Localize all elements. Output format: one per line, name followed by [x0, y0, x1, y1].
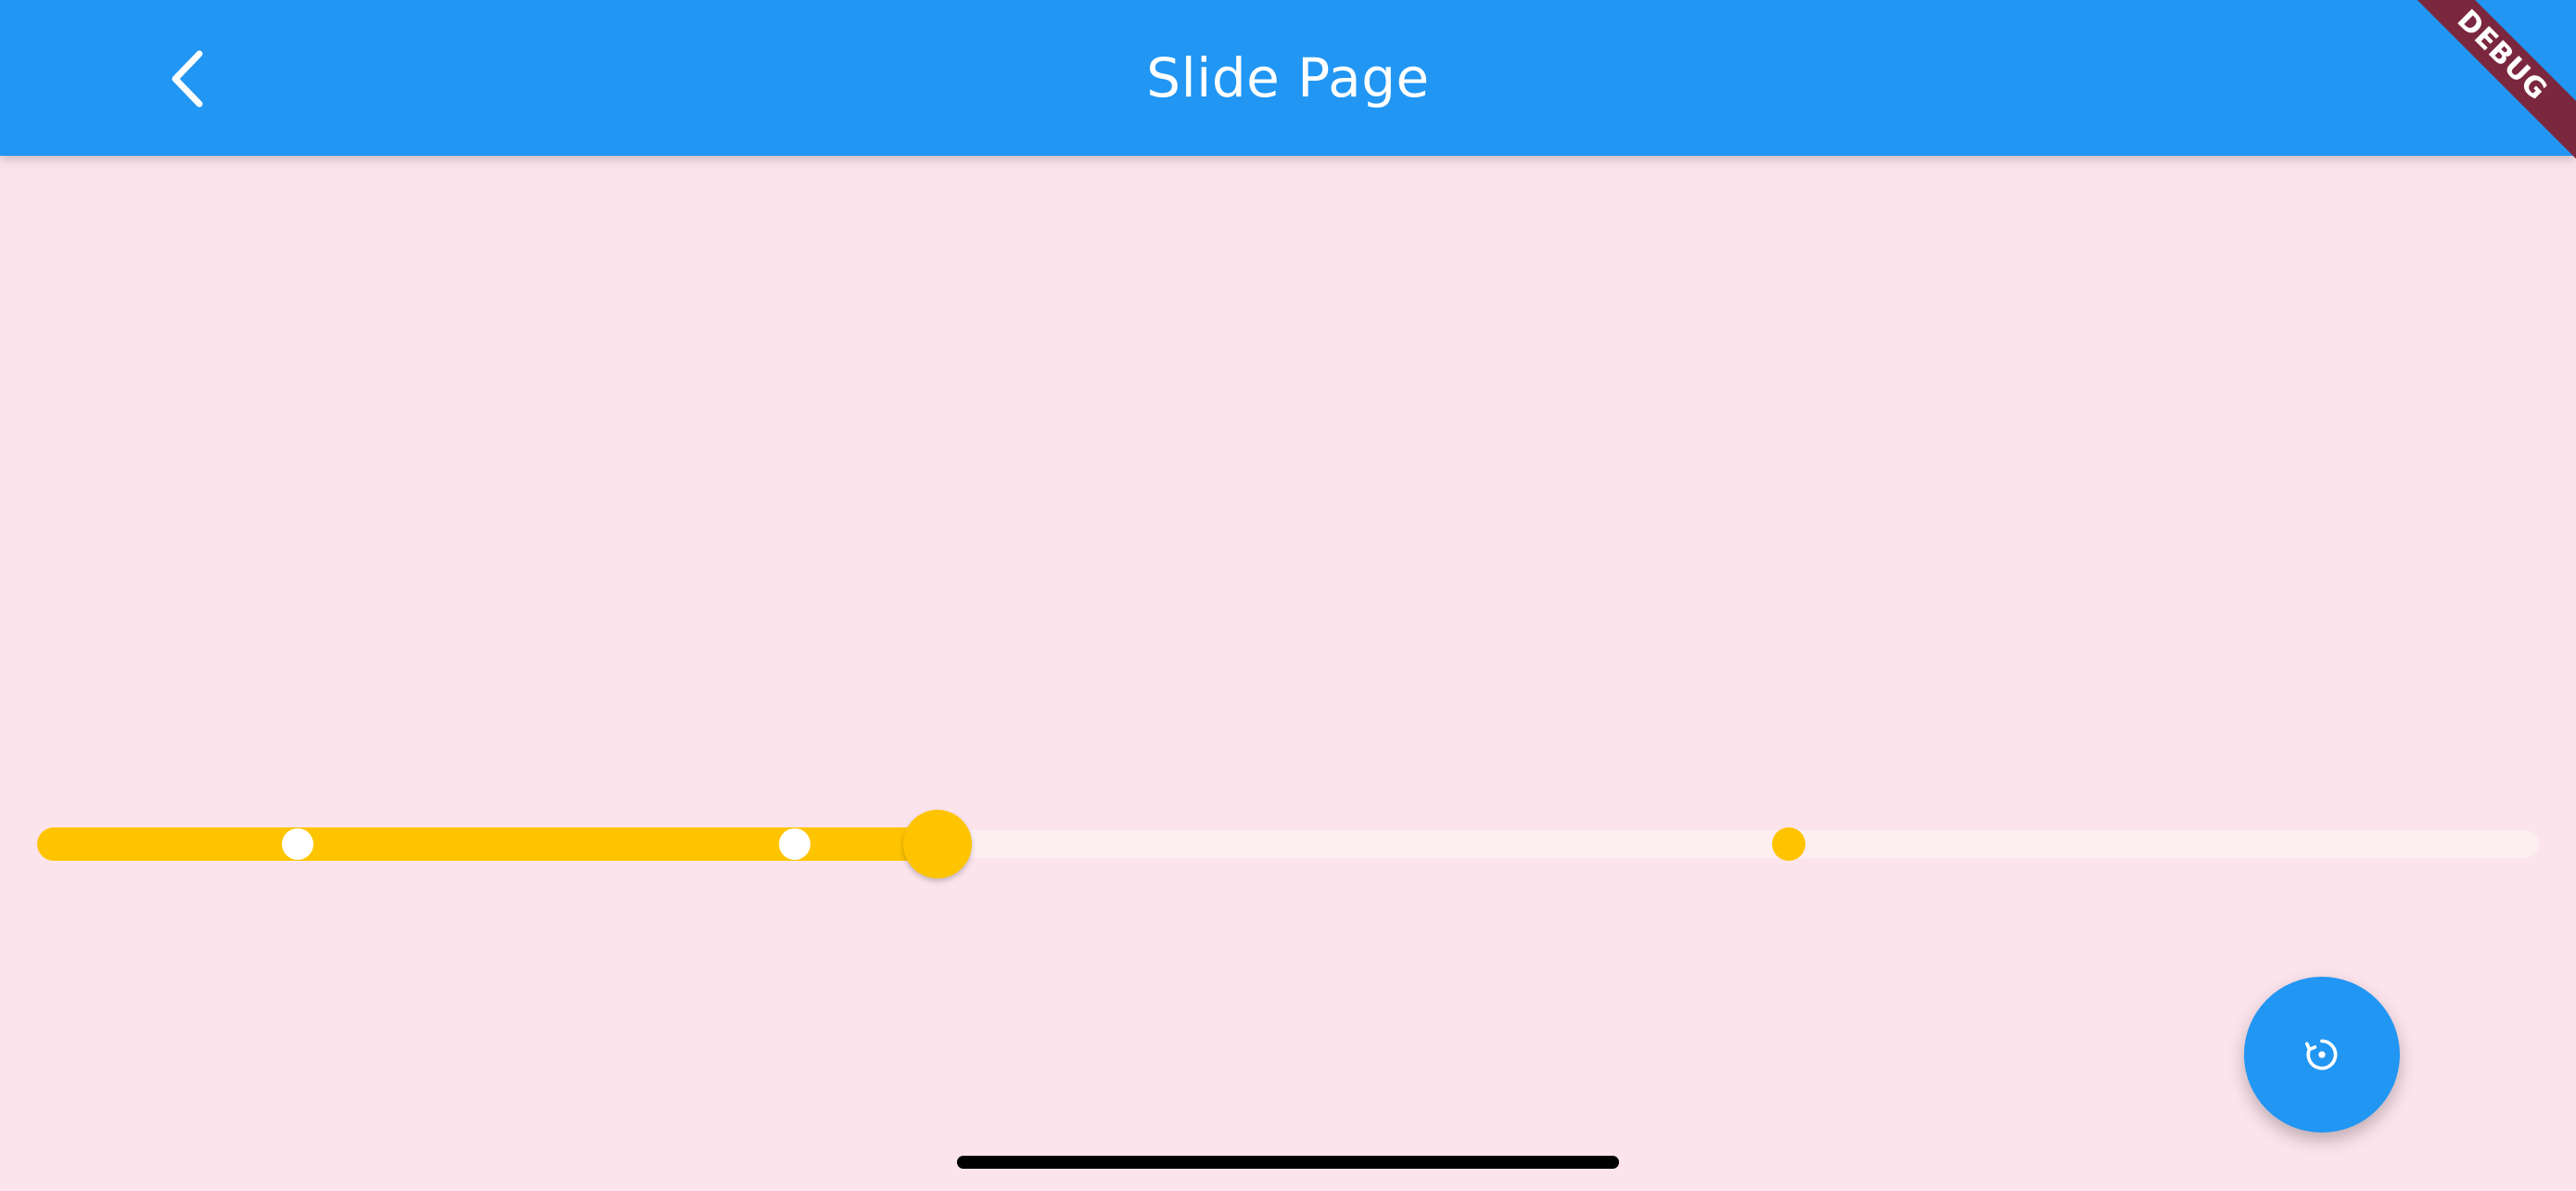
slider-thumb[interactable]	[903, 810, 973, 878]
restore-icon	[2305, 1039, 2338, 1070]
slide-page: Slide Page DEBUG	[0, 0, 2576, 1191]
app-bar: Slide Page	[0, 0, 2576, 156]
slider-tick-mark	[1771, 827, 1805, 861]
home-indicator	[957, 1156, 1619, 1169]
discrete-slider[interactable]	[37, 810, 2539, 878]
reset-button[interactable]	[2244, 977, 2400, 1133]
slider-tick-mark	[281, 828, 313, 860]
page-title: Slide Page	[1146, 46, 1430, 109]
